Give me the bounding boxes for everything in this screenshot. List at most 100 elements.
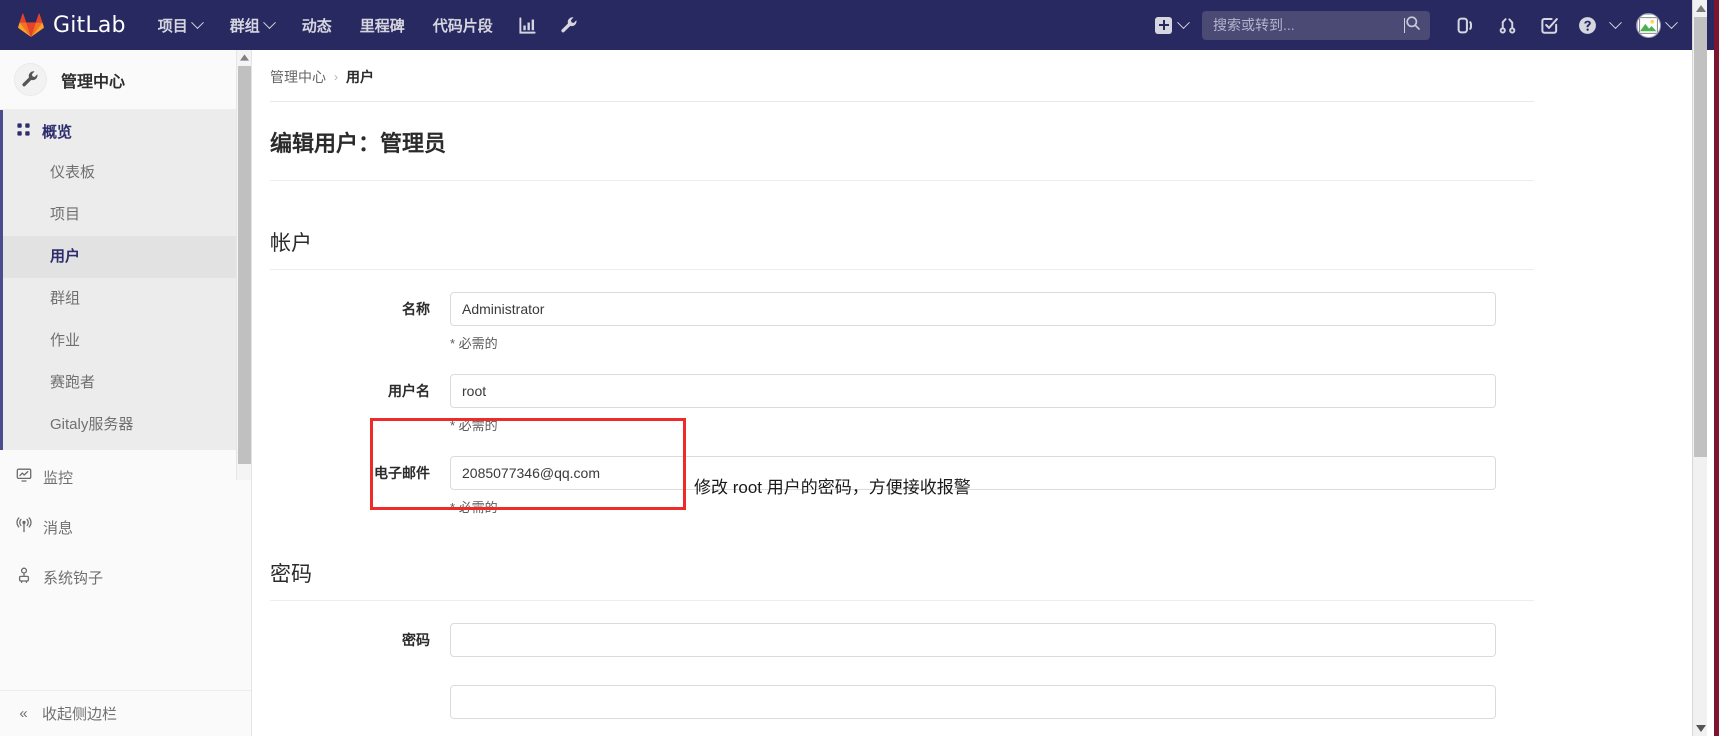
nav-item-milestones[interactable]: 里程碑 [346,0,419,50]
sidebar-item-label: 消息 [43,519,74,537]
main-content: 管理中心 › 用户 编辑用户：管理员 帐户 名称 * 必需的 用户名 * 必需的… [252,50,1692,736]
section-heading-account: 帐户 [270,232,312,255]
sidebar-item-dashboard[interactable]: 仪表板 [3,152,251,194]
annotation-text: 修改 root 用户的密码，方便接收报警 [694,478,971,497]
breadcrumb-separator-icon: › [334,70,338,84]
sidebar-lower-group: 监控 消息 系统钩子 [0,450,251,602]
top-navbar: GitLab 项目 群组 动态 里程碑 代码片段 [0,0,1692,50]
issues-icon[interactable] [1444,0,1486,50]
sidebar-item-label: 系统钩子 [43,569,104,587]
nav-item-label: 里程碑 [359,17,405,35]
field-wrapper-password [450,623,1496,657]
field-label-password: 密码 [402,632,430,648]
user-menu[interactable] [1626,12,1684,38]
collapse-sidebar-label: 收起侧边栏 [42,706,118,723]
field-hint-name: * 必需的 [450,336,498,351]
gitlab-admin-edit-user-page: GitLab 项目 群组 动态 里程碑 代码片段 搜索或转到... 管理中心 概… [0,0,1719,736]
name-input[interactable] [450,292,1496,326]
nav-item-groups[interactable]: 群组 [216,0,288,50]
field-label-name: 名称 [402,301,430,317]
password-confirm-input[interactable] [450,685,1496,719]
sidebar-item-system-hooks[interactable]: 系统钩子 [0,552,251,602]
nav-item-projects[interactable]: 项目 [144,0,216,50]
window-edge-gap-top [1707,0,1714,50]
sidebar-item-messages[interactable]: 消息 [0,502,251,552]
form-row-username: 用户名 * 必需的 [252,374,1692,434]
field-wrapper-email: * 必需的 [450,456,1496,516]
analytics-chart-icon[interactable] [507,0,549,50]
section-heading-password: 密码 [270,563,312,586]
chevron-down-icon [190,15,204,29]
sidebar-header[interactable]: 管理中心 [0,50,251,110]
username-input[interactable] [450,374,1496,408]
avatar-frame [1637,13,1660,37]
form-row-email: 电子邮件 * 必需的 [252,456,1692,516]
monitor-chart-icon [16,467,32,487]
page-scrollbar[interactable] [1692,0,1708,736]
field-hint-username: * 必需的 [450,418,498,433]
sidebar-item-projects[interactable]: 项目 [3,194,251,236]
brand-name: GitLab [53,12,126,38]
nav-item-label: 项目 [157,17,188,35]
wrench-icon[interactable] [549,0,591,50]
sidebar-item-users[interactable]: 用户 [3,236,251,278]
field-hint-email: * 必需的 [450,500,498,515]
nav-item-label: 动态 [301,17,332,35]
sidebar-scrollbar-thumb[interactable] [238,66,251,464]
chevron-down-icon [1177,15,1190,29]
double-chevron-left-icon: « [19,705,28,722]
field-wrapper-username: * 必需的 [450,374,1496,434]
wrench-icon [14,63,47,96]
page-title: 编辑用户：管理员 [270,131,447,156]
create-new-button[interactable] [1145,15,1198,34]
sidebar-overview-group: 概览 仪表板 项目 用户 群组 作业 赛跑者 Gitaly服务器 [0,110,251,450]
navbar-right-area [1145,0,1692,50]
help-question-icon[interactable] [1570,0,1604,50]
page-scroll-up-arrow-icon[interactable] [1693,0,1708,16]
field-label-username: 用户名 [388,383,430,399]
page-scroll-down-arrow-icon[interactable] [1693,720,1708,736]
navbar-menu: 项目 群组 动态 里程碑 代码片段 [144,0,591,50]
password-input[interactable] [450,623,1496,657]
sidebar-item-monitoring[interactable]: 监控 [0,452,251,502]
page-scrollbar-thumb[interactable] [1694,17,1708,457]
form-row-password-confirm [252,685,1692,719]
sidebar-item-label: 监控 [43,469,74,487]
broadcast-antenna-icon [16,517,32,537]
nav-item-label: 代码片段 [432,17,493,35]
search-icon[interactable] [1405,15,1421,36]
field-label-email: 电子邮件 [374,465,430,481]
search-box[interactable] [1202,10,1450,40]
scroll-up-arrow-icon[interactable] [237,50,252,65]
todos-done-icon[interactable] [1528,0,1570,50]
sidebar-scrollbar[interactable] [236,50,251,480]
breadcrumb-root-link[interactable]: 管理中心 [270,67,326,87]
form-row-name: 名称 * 必需的 [252,292,1692,352]
account-section-divider [270,269,1534,270]
window-edge-stripe [1714,0,1719,736]
chevron-down-icon [1665,15,1678,29]
field-wrapper-password-confirm [450,685,1496,719]
sidebar-item-overview[interactable]: 概览 [3,110,251,152]
window-edge-gap [1707,0,1714,736]
email-input[interactable] [450,456,1496,490]
nav-item-activity[interactable]: 动态 [288,0,346,50]
merge-requests-icon[interactable] [1486,0,1528,50]
nav-item-label: 群组 [229,17,260,35]
sidebar-item-groups[interactable]: 群组 [3,278,251,320]
gitlab-fox-logo-icon [18,13,44,38]
avatar[interactable] [1636,12,1661,38]
sidebar-item-runners[interactable]: 赛跑者 [3,362,251,404]
plus-square-icon [1155,16,1172,34]
system-hook-icon [16,567,32,587]
sidebar-title: 管理中心 [61,73,126,91]
help-chevron-icon[interactable] [1604,0,1626,50]
collapse-sidebar-button[interactable]: « 收起侧边栏 [0,690,251,736]
gitlab-home-link[interactable]: GitLab [0,0,144,50]
admin-sidebar: 管理中心 概览 仪表板 项目 用户 群组 作业 赛跑者 Gitaly服务器 监控… [0,50,252,736]
form-row-password: 密码 [252,623,1692,657]
sidebar-item-jobs[interactable]: 作业 [3,320,251,362]
chevron-down-icon [262,15,276,29]
nav-item-snippets[interactable]: 代码片段 [419,0,507,50]
sidebar-item-gitaly-servers[interactable]: Gitaly服务器 [3,404,251,446]
